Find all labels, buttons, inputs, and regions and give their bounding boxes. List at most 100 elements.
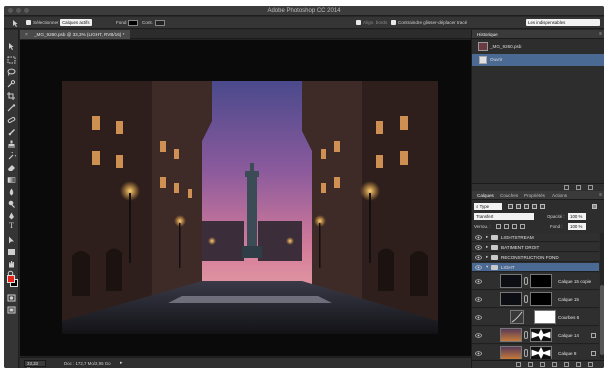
hand-tool-icon[interactable] bbox=[7, 260, 16, 268]
visibility-eye-icon[interactable] bbox=[475, 315, 482, 320]
new-group-icon[interactable] bbox=[564, 362, 569, 367]
visibility-eye-icon[interactable] bbox=[475, 351, 482, 356]
blur-tool-icon[interactable] bbox=[7, 188, 16, 196]
tab-channels[interactable]: Couches bbox=[500, 193, 518, 198]
history-snapshot[interactable]: _MG_9260.psb bbox=[472, 41, 604, 53]
visibility-eye-icon[interactable] bbox=[475, 265, 482, 270]
mask-link-icon[interactable] bbox=[524, 277, 528, 285]
tab-actions[interactable]: Actions bbox=[552, 193, 567, 198]
stroke-swatch[interactable] bbox=[155, 20, 165, 26]
document-info[interactable]: Doc : 172,7 Mo/2,95 Go bbox=[64, 361, 111, 366]
opacity-field[interactable]: 100 % bbox=[568, 213, 586, 220]
layer-thumbnail[interactable] bbox=[500, 328, 522, 342]
new-adjustment-icon[interactable] bbox=[552, 362, 557, 367]
layer-thumbnail[interactable] bbox=[500, 292, 522, 306]
move-tool-icon[interactable] bbox=[7, 42, 16, 50]
layer-group-row[interactable]: ▾ LIGHT bbox=[472, 263, 599, 272]
filter-toggle-icon[interactable] bbox=[592, 204, 597, 209]
eyedropper-tool-icon[interactable] bbox=[7, 104, 16, 112]
lock-position-icon[interactable] bbox=[512, 224, 517, 229]
filter-pixel-icon[interactable] bbox=[508, 204, 513, 209]
dodge-tool-icon[interactable] bbox=[7, 200, 16, 208]
workspace-dropdown[interactable]: Les indispensables bbox=[526, 19, 600, 26]
mask-link-icon[interactable] bbox=[524, 295, 528, 303]
visibility-eye-icon[interactable] bbox=[475, 279, 482, 284]
layer-group-row[interactable]: ▸ LIGHTSTREAM bbox=[472, 233, 599, 242]
path-selection-tool-icon[interactable] bbox=[7, 236, 16, 244]
group-expand-icon[interactable]: ▾ bbox=[486, 264, 488, 270]
new-snapshot-icon[interactable] bbox=[576, 185, 581, 190]
healing-brush-tool-icon[interactable] bbox=[7, 116, 16, 124]
tab-layers[interactable]: Calques bbox=[477, 193, 494, 198]
new-document-from-state-icon[interactable] bbox=[564, 185, 569, 190]
visibility-eye-icon[interactable] bbox=[475, 235, 482, 240]
mask-link-icon[interactable] bbox=[524, 331, 528, 339]
layer-mask-thumbnail[interactable] bbox=[530, 346, 552, 359]
select-dropdown[interactable]: Calques actifs bbox=[60, 19, 92, 26]
lock-transparency-icon[interactable] bbox=[496, 224, 501, 229]
document-tab[interactable]: × _MG_9260.psb @ 33,3% (LIGHT, RVB/16) * bbox=[20, 30, 131, 39]
panel-menu-icon[interactable]: ≡ bbox=[599, 31, 602, 37]
eraser-tool-icon[interactable] bbox=[7, 164, 16, 172]
crop-tool-icon[interactable] bbox=[7, 92, 16, 100]
layer-thumbnail[interactable] bbox=[500, 274, 522, 288]
layer-row[interactable]: Calque 15 bbox=[472, 291, 599, 308]
layer-mask-thumbnail[interactable] bbox=[530, 274, 552, 288]
trash-icon[interactable] bbox=[588, 185, 593, 190]
align-edges-checkbox[interactable] bbox=[356, 20, 361, 25]
clone-stamp-tool-icon[interactable] bbox=[7, 140, 16, 148]
filter-type-dropdown[interactable]: ⌕ Type bbox=[474, 203, 502, 210]
canvas-image[interactable] bbox=[62, 81, 438, 334]
marquee-tool-icon[interactable] bbox=[7, 56, 16, 64]
filter-shape-icon[interactable] bbox=[532, 204, 537, 209]
add-mask-icon[interactable] bbox=[540, 362, 545, 367]
layer-group-row[interactable]: ▸ RECONSTRUCTION FOND bbox=[472, 253, 599, 262]
layer-mask-thumbnail[interactable] bbox=[534, 310, 556, 324]
filter-adjustment-icon[interactable] bbox=[516, 204, 521, 209]
history-brush-tool-icon[interactable] bbox=[7, 152, 16, 160]
move-tool-icon[interactable] bbox=[10, 18, 20, 28]
brush-tool-icon[interactable] bbox=[7, 128, 16, 136]
scrollbar-thumb[interactable] bbox=[600, 285, 604, 355]
fill-swatch[interactable] bbox=[128, 20, 138, 26]
layers-scrollbar[interactable] bbox=[600, 233, 604, 359]
constrain-checkbox[interactable] bbox=[391, 20, 396, 25]
canvas-pasteboard[interactable] bbox=[20, 40, 471, 356]
layer-mask-thumbnail[interactable] bbox=[530, 292, 552, 306]
tab-history[interactable]: Historique bbox=[477, 32, 498, 37]
filter-type-icon[interactable] bbox=[524, 204, 529, 209]
mask-link-icon[interactable] bbox=[524, 349, 528, 357]
new-layer-icon[interactable] bbox=[576, 362, 581, 367]
panel-menu-icon[interactable]: ≡ bbox=[599, 192, 602, 198]
lock-image-icon[interactable] bbox=[504, 224, 509, 229]
status-menu-arrow-icon[interactable]: ▸ bbox=[120, 360, 123, 366]
group-expand-icon[interactable]: ▸ bbox=[486, 254, 488, 260]
group-expand-icon[interactable]: ▸ bbox=[486, 234, 488, 240]
auto-select-checkbox[interactable] bbox=[26, 20, 31, 25]
visibility-eye-icon[interactable] bbox=[475, 245, 482, 250]
lasso-tool-icon[interactable] bbox=[7, 68, 16, 76]
screen-mode-icon[interactable] bbox=[7, 306, 16, 314]
layer-row[interactable]: Calque 14 bbox=[472, 327, 599, 344]
group-expand-icon[interactable]: ▸ bbox=[486, 244, 488, 250]
layer-row[interactable]: Calque 15 copie bbox=[472, 273, 599, 290]
lock-all-icon[interactable] bbox=[520, 224, 525, 229]
layer-row[interactable]: Calque 8 bbox=[472, 345, 599, 359]
pen-tool-icon[interactable] bbox=[7, 212, 16, 220]
layer-row[interactable]: Courbes 6 bbox=[472, 309, 599, 326]
gradient-tool-icon[interactable] bbox=[7, 176, 16, 184]
link-layers-icon[interactable] bbox=[516, 362, 521, 367]
blend-mode-dropdown[interactable]: Transfert bbox=[474, 213, 534, 220]
layer-thumbnail[interactable] bbox=[500, 346, 522, 359]
zoom-field[interactable]: 33,33 % bbox=[24, 360, 46, 368]
layer-style-fx-icon[interactable] bbox=[528, 362, 533, 367]
filter-smart-object-icon[interactable] bbox=[540, 204, 545, 209]
quick-mask-icon[interactable] bbox=[7, 294, 16, 302]
visibility-eye-icon[interactable] bbox=[475, 333, 482, 338]
layer-group-row[interactable]: ▸ BATIMENT DROIT bbox=[472, 243, 599, 252]
visibility-eye-icon[interactable] bbox=[475, 255, 482, 260]
foreground-color-swatch[interactable] bbox=[7, 275, 15, 283]
type-tool-icon[interactable]: T bbox=[7, 222, 16, 230]
history-state[interactable]: Ouvrir bbox=[472, 54, 604, 66]
visibility-eye-icon[interactable] bbox=[475, 297, 482, 302]
